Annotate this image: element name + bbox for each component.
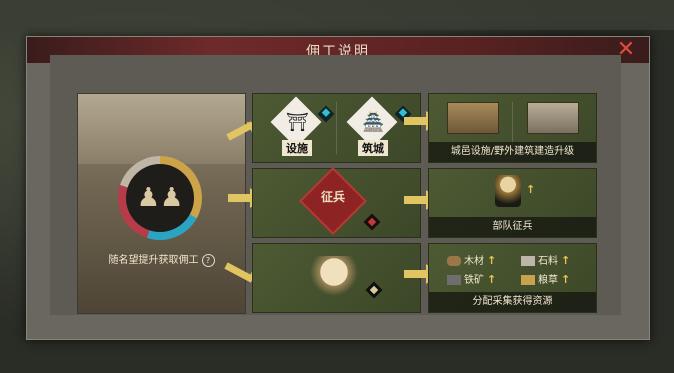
worker-portrait: ♟♟ 随名望提升获取佣工?	[77, 93, 246, 314]
caption-text: 随名望提升获取佣工	[108, 255, 199, 266]
portrait-sky	[78, 94, 245, 164]
up-arrow-icon: ↑	[526, 183, 536, 196]
resource-label: 木材	[464, 256, 484, 267]
fortify-label: 筑城	[358, 140, 388, 156]
worker-group-icon	[310, 256, 358, 296]
up-arrow-icon: ↑	[561, 254, 571, 267]
stone-icon	[521, 256, 535, 266]
conscript-label: 征兵	[320, 190, 345, 204]
resource-label: 铁矿	[464, 275, 484, 286]
up-arrow-icon: ↑	[487, 254, 497, 267]
resource-iron: 铁矿 ↑	[447, 271, 496, 286]
hud-strip	[0, 0, 674, 30]
grain-icon	[521, 275, 535, 285]
ring-center: ♟♟	[126, 164, 194, 232]
facility-label: 设施	[282, 140, 312, 156]
resource-label: 石料	[538, 256, 558, 267]
up-arrow-icon: ↑	[561, 273, 571, 286]
facility-glyph: ⛩	[286, 112, 309, 133]
row3-result-label: 分配采集获得资源	[429, 292, 596, 312]
row2-result-label: 部队征兵	[429, 217, 596, 237]
reputation-ring: ♟♟	[118, 156, 202, 240]
panel-divider	[336, 102, 337, 154]
fortify-glyph: 🏯	[362, 112, 385, 133]
up-arrow-icon: ↑	[487, 273, 497, 286]
row3-result-panel: 木材 ↑ 石料 ↑ 铁矿 ↑ 粮草 ↑ 分配采集获得资源	[428, 243, 597, 313]
iron-icon	[447, 275, 461, 285]
row2-result-panel: ↑ 部队征兵	[428, 168, 597, 238]
resource-stone: 石料 ↑	[521, 252, 570, 267]
wild-building-icon	[527, 102, 579, 134]
resource-label: 粮草	[538, 275, 558, 286]
help-icon[interactable]: ?	[201, 253, 215, 267]
resource-wood: 木材 ↑	[447, 252, 496, 267]
workers-icon: ♟♟	[136, 183, 184, 213]
city-building-icon	[447, 102, 499, 134]
row1-result-panel: 城邑设施/野外建筑建造升级	[428, 93, 597, 163]
wood-icon	[447, 256, 461, 266]
portrait-caption: 随名望提升获取佣工?	[78, 251, 245, 267]
soldier-icon	[495, 175, 521, 207]
resource-grain: 粮草 ↑	[521, 271, 570, 286]
row1-result-label: 城邑设施/野外建筑建造升级	[429, 142, 596, 162]
